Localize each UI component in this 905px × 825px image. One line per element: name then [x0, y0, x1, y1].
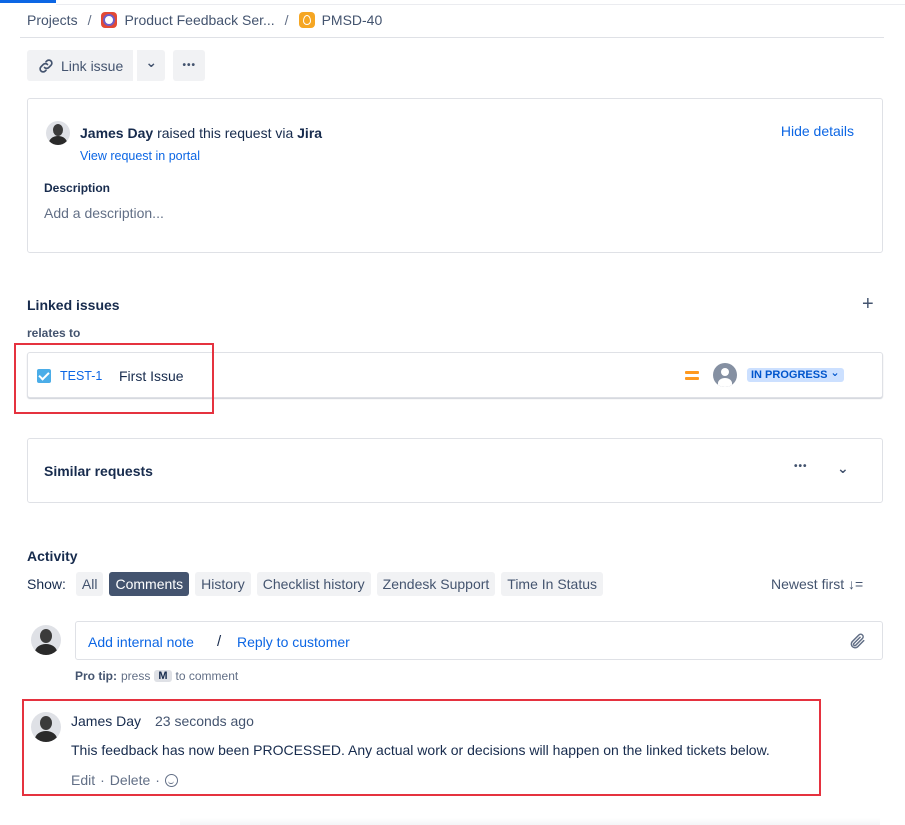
sort-order-button[interactable]: Newest first ↓= — [771, 576, 863, 592]
breadcrumb-projects[interactable]: Projects — [27, 12, 78, 28]
description-label: Description — [44, 181, 111, 195]
status-label: IN PROGRESS — [751, 369, 828, 381]
link-issue-label: Link issue — [61, 57, 124, 74]
description-field[interactable]: Add a description... — [44, 205, 164, 221]
request-raised-line: James Day raised this request via Jira — [46, 121, 322, 145]
link-issue-button[interactable]: Link issue — [27, 50, 134, 81]
pro-tip-label: Pro tip: — [75, 669, 117, 683]
filter-checklist-history[interactable]: Checklist history — [256, 572, 371, 596]
activity-filter-bar: Show: All Comments History Checklist his… — [27, 572, 604, 596]
breadcrumb-project[interactable]: Product Feedback Ser... — [124, 12, 274, 28]
bottom-fade — [180, 818, 880, 825]
top-nav-accent — [0, 0, 56, 3]
more-icon[interactable]: ••• — [794, 461, 808, 472]
link-relation-label: relates to — [27, 326, 81, 340]
add-linked-issue-icon[interactable]: + — [862, 294, 874, 314]
show-label: Show: — [27, 576, 66, 592]
issue-toolbar: Link issue ⌄ ••• — [27, 50, 206, 81]
pro-tip: Pro tip: press M to comment — [75, 669, 238, 683]
raised-text: raised this request via — [157, 125, 294, 141]
highlight-box-linked-issue — [14, 343, 214, 414]
highlight-box-comment — [22, 699, 821, 796]
filter-all[interactable]: All — [75, 572, 104, 596]
more-actions-button[interactable]: ••• — [173, 50, 206, 81]
project-avatar-icon — [101, 12, 118, 28]
request-channel: Jira — [297, 125, 323, 141]
breadcrumb-separator: / — [284, 12, 289, 28]
current-user-avatar — [31, 625, 61, 655]
breadcrumb: Projects / Product Feedback Ser... / PMS… — [27, 12, 382, 28]
linked-issues-heading: Linked issues — [27, 297, 120, 313]
keyboard-shortcut-key: M — [154, 670, 172, 682]
comment-composer[interactable]: Add internal note / Reply to customer — [75, 621, 883, 660]
more-icon: ••• — [182, 60, 197, 71]
unassigned-avatar-icon[interactable] — [713, 363, 737, 387]
add-internal-note-button[interactable]: Add internal note — [88, 634, 194, 650]
reporter-name[interactable]: James Day — [80, 125, 153, 141]
top-divider — [56, 4, 905, 5]
chevron-down-icon: ⌄ — [830, 367, 840, 379]
hide-details-button[interactable]: Hide details — [781, 123, 854, 139]
status-dropdown[interactable]: IN PROGRESS ⌄ — [747, 367, 844, 382]
similar-requests-heading: Similar requests — [44, 463, 153, 479]
reply-to-customer-button[interactable]: Reply to customer — [237, 634, 350, 650]
link-issue-dropdown-button[interactable]: ⌄ — [135, 50, 166, 81]
view-request-in-portal-link[interactable]: View request in portal — [80, 149, 200, 163]
activity-heading: Activity — [27, 548, 78, 564]
pro-tip-press: press — [121, 669, 151, 683]
similar-requests-panel[interactable]: Similar requests ••• ⌄ — [27, 438, 883, 503]
breadcrumb-separator: / — [87, 12, 92, 28]
breadcrumb-divider — [20, 37, 884, 38]
composer-separator: / — [217, 633, 222, 650]
filter-history[interactable]: History — [195, 572, 251, 596]
pro-tip-suffix: to comment — [175, 669, 239, 683]
filter-time-in-status[interactable]: Time In Status — [501, 572, 604, 596]
issue-type-icon — [298, 12, 315, 28]
chevron-down-icon[interactable]: ⌄ — [837, 460, 849, 477]
priority-medium-icon — [685, 370, 699, 380]
request-details-card: James Day raised this request via Jira V… — [27, 98, 883, 253]
breadcrumb-issue-key[interactable]: PMSD-40 — [322, 12, 383, 28]
paperclip-icon[interactable] — [848, 632, 866, 650]
filter-zendesk-support[interactable]: Zendesk Support — [376, 572, 496, 596]
filter-comments[interactable]: Comments — [109, 572, 190, 596]
chevron-down-icon: ⌄ — [145, 54, 158, 70]
link-icon — [39, 58, 53, 73]
reporter-avatar[interactable] — [46, 121, 70, 145]
